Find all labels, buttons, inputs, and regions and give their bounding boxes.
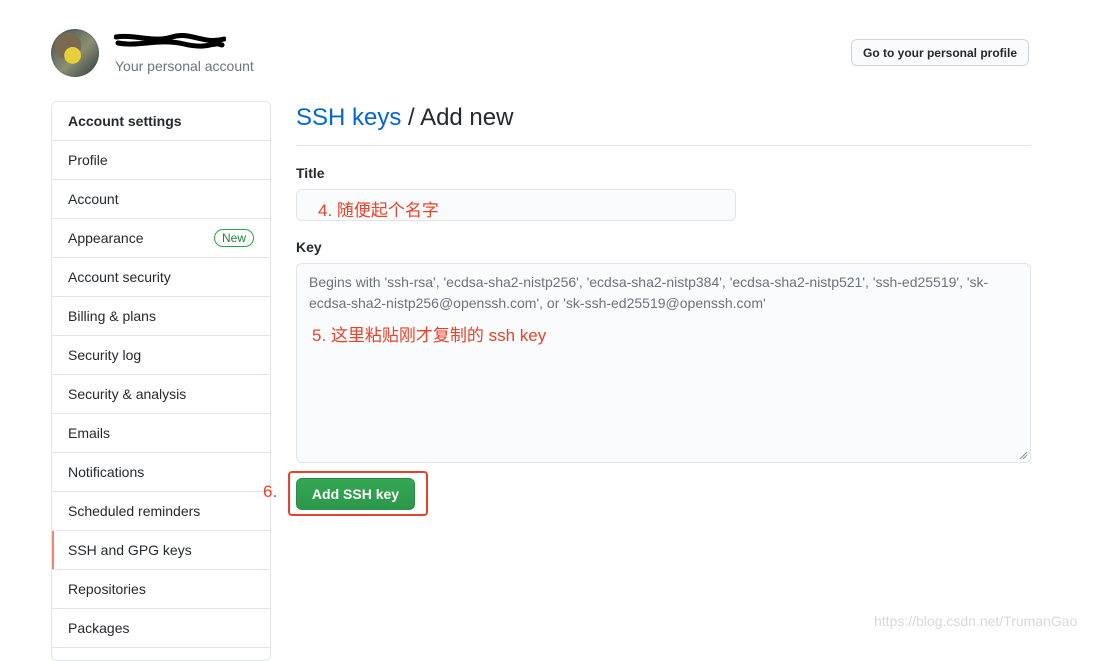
avatar[interactable] bbox=[51, 29, 99, 77]
title-label: Title bbox=[296, 165, 325, 181]
annotation-step6: 6. bbox=[263, 482, 278, 501]
sidebar-item-label: Profile bbox=[68, 152, 108, 168]
sidebar-item-notifications[interactable]: Notifications bbox=[52, 453, 270, 492]
go-to-profile-button[interactable]: Go to your personal profile bbox=[851, 39, 1029, 66]
breadcrumb-current: Add new bbox=[420, 104, 514, 131]
add-ssh-key-button[interactable]: Add SSH key bbox=[296, 478, 415, 510]
sidebar-item-label: Scheduled reminders bbox=[68, 503, 201, 519]
breadcrumb-separator: / bbox=[401, 104, 421, 131]
sidebar-item-appearance[interactable]: Appearance New bbox=[52, 219, 270, 258]
settings-sidebar: Account settings Profile Account Appeara… bbox=[51, 101, 271, 661]
sidebar-item-account-security[interactable]: Account security bbox=[52, 258, 270, 297]
redacted-username-scribble bbox=[114, 33, 226, 49]
sidebar-item-label: Billing & plans bbox=[68, 308, 156, 324]
sidebar-item-ssh-gpg-keys[interactable]: SSH and GPG keys bbox=[52, 531, 270, 570]
sidebar-item-label: Packages bbox=[68, 620, 130, 636]
breadcrumb-ssh-keys-link[interactable]: SSH keys bbox=[296, 104, 401, 131]
key-placeholder: Begins with 'ssh-rsa', 'ecdsa-sha2-nistp… bbox=[309, 274, 989, 311]
sidebar-item-security-log[interactable]: Security log bbox=[52, 336, 270, 375]
resize-grip-icon[interactable] bbox=[1018, 450, 1028, 460]
sidebar-item-account[interactable]: Account bbox=[52, 180, 270, 219]
sidebar-item-label: Account bbox=[68, 191, 119, 207]
sidebar-item-profile[interactable]: Profile bbox=[52, 141, 270, 180]
sidebar-item-security-analysis[interactable]: Security & analysis bbox=[52, 375, 270, 414]
sidebar-item-billing[interactable]: Billing & plans bbox=[52, 297, 270, 336]
sidebar-item-label: Notifications bbox=[68, 464, 145, 480]
sidebar-item-label: SSH and GPG keys bbox=[68, 542, 192, 558]
sidebar-item-label: Security & analysis bbox=[68, 386, 187, 402]
sidebar-item-label: Emails bbox=[68, 425, 111, 441]
divider bbox=[296, 145, 1031, 146]
annotation-step4: 4. 随便起个名字 bbox=[318, 201, 439, 220]
annotation-step5: 5. 这里粘贴刚才复制的 ssh key bbox=[312, 326, 547, 345]
sidebar-item-repositories[interactable]: Repositories bbox=[52, 570, 270, 609]
sidebar-item-label: Security log bbox=[68, 347, 142, 363]
watermark: https://blog.csdn.net/TrumanGao bbox=[874, 613, 1078, 629]
sidebar-item-packages[interactable]: Packages bbox=[52, 609, 270, 648]
sidebar-item-label: Account security bbox=[68, 269, 171, 285]
account-subtitle: Your personal account bbox=[115, 58, 254, 74]
key-label: Key bbox=[296, 239, 322, 255]
sidebar-item-emails[interactable]: Emails bbox=[52, 414, 270, 453]
sidebar-item-label: Repositories bbox=[68, 581, 146, 597]
sidebar-item-label: Appearance bbox=[68, 230, 144, 246]
page-title: SSH keys / Add new bbox=[296, 104, 513, 132]
new-badge: New bbox=[213, 229, 254, 247]
sidebar-title: Account settings bbox=[52, 102, 270, 141]
sidebar-item-scheduled-reminders[interactable]: Scheduled reminders bbox=[52, 492, 270, 531]
